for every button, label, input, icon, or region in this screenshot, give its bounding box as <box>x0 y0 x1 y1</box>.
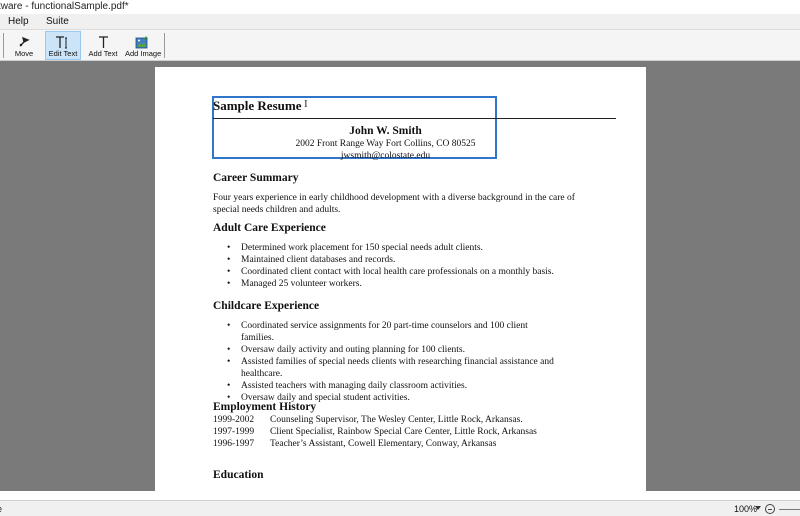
person-name[interactable]: John W. Smith <box>213 125 558 137</box>
move-button[interactable]: Move <box>8 31 40 60</box>
edit-text-label: Edit Text <box>48 49 78 58</box>
career-summary-heading[interactable]: Career Summary <box>213 172 299 184</box>
edit-text-icon <box>46 35 80 49</box>
career-summary-text[interactable]: Four years experience in early childhood… <box>213 192 593 216</box>
document-workspace[interactable]: Sample Resume Ι John W. Smith 2002 Front… <box>0 61 800 491</box>
employment-years: 1996-1997 <box>213 439 255 449</box>
education-heading[interactable]: Education <box>213 469 264 481</box>
list-item[interactable]: Oversaw daily activity and outing planni… <box>227 344 562 356</box>
toolbar-separator <box>3 33 4 58</box>
status-text: e <box>0 501 2 516</box>
toolbar: Move Edit Text Add Text Add Image <box>0 30 800 61</box>
list-item[interactable]: Coordinated client contact with local he… <box>227 266 587 278</box>
employment-years: 1999-2002 <box>213 415 255 425</box>
toolbar-separator <box>164 33 165 58</box>
employment-row[interactable]: 1999-2002 Counseling Supervisor, The Wesl… <box>213 414 523 426</box>
list-item[interactable]: Managed 25 volunteer workers. <box>227 278 587 290</box>
edit-text-button[interactable]: Edit Text <box>45 31 81 60</box>
employment-row[interactable]: 1997-1999 Client Specialist, Rainbow Spec… <box>213 426 537 438</box>
add-image-icon <box>125 35 159 49</box>
window-title: tware - functionalSample.pdf* <box>0 1 129 12</box>
add-image-label: Add Image <box>125 49 162 58</box>
list-item[interactable]: Assisted teachers with managing daily cl… <box>227 380 562 392</box>
employment-desc: Counseling Supervisor, The Wesley Center… <box>270 415 523 425</box>
list-item[interactable]: Determined work placement for 150 specia… <box>227 242 587 254</box>
adult-care-list: Determined work placement for 150 specia… <box>227 242 587 290</box>
title-bar: tware - functionalSample.pdf* <box>0 0 800 14</box>
zoom-slider[interactable] <box>779 509 800 510</box>
adult-care-heading[interactable]: Adult Care Experience <box>213 222 326 234</box>
add-text-icon <box>87 35 119 49</box>
employment-heading[interactable]: Employment History <box>213 401 316 413</box>
employment-desc: Teacher’s Assistant, Cowell Elementary, … <box>270 439 497 449</box>
menu-suite[interactable]: Suite <box>46 14 69 30</box>
pdf-page[interactable]: Sample Resume Ι John W. Smith 2002 Front… <box>155 67 646 491</box>
career-summary-line: Four years experience in early childhood… <box>213 193 575 203</box>
employment-desc: Client Specialist, Rainbow Special Care … <box>270 427 537 437</box>
zoom-level[interactable]: 100% <box>734 501 757 516</box>
add-text-label: Add Text <box>88 49 118 58</box>
move-label: Move <box>14 49 34 58</box>
add-text-button[interactable]: Add Text <box>86 31 120 60</box>
person-email[interactable]: jwsmith@colostate.edu <box>213 151 558 161</box>
list-item[interactable]: Assisted families of special needs clien… <box>227 356 562 380</box>
employment-years: 1997-1999 <box>213 427 255 437</box>
employment-row[interactable]: 1996-1997 Teacher’s Assistant, Cowell Ele… <box>213 438 496 450</box>
add-image-button[interactable]: Add Image <box>124 31 162 60</box>
person-address[interactable]: 2002 Front Range Way Fort Collins, CO 80… <box>213 139 558 149</box>
resume-title[interactable]: Sample Resume <box>213 98 301 114</box>
menu-help[interactable]: Help <box>8 14 29 30</box>
status-bar: e 100% <box>0 500 800 516</box>
childcare-heading[interactable]: Childcare Experience <box>213 300 319 312</box>
move-icon <box>9 35 39 49</box>
zoom-out-icon[interactable] <box>765 504 775 514</box>
childcare-list: Coordinated service assignments for 20 p… <box>227 320 562 404</box>
text-cursor-icon: Ι <box>304 98 308 110</box>
list-item[interactable]: Maintained client databases and records. <box>227 254 587 266</box>
horizontal-rule <box>213 118 616 119</box>
career-summary-line: special needs children and adults. <box>213 205 341 215</box>
list-item[interactable]: Coordinated service assignments for 20 p… <box>227 320 562 344</box>
menu-bar: Help Suite <box>0 14 800 30</box>
zoom-dropdown-icon[interactable] <box>755 506 761 510</box>
